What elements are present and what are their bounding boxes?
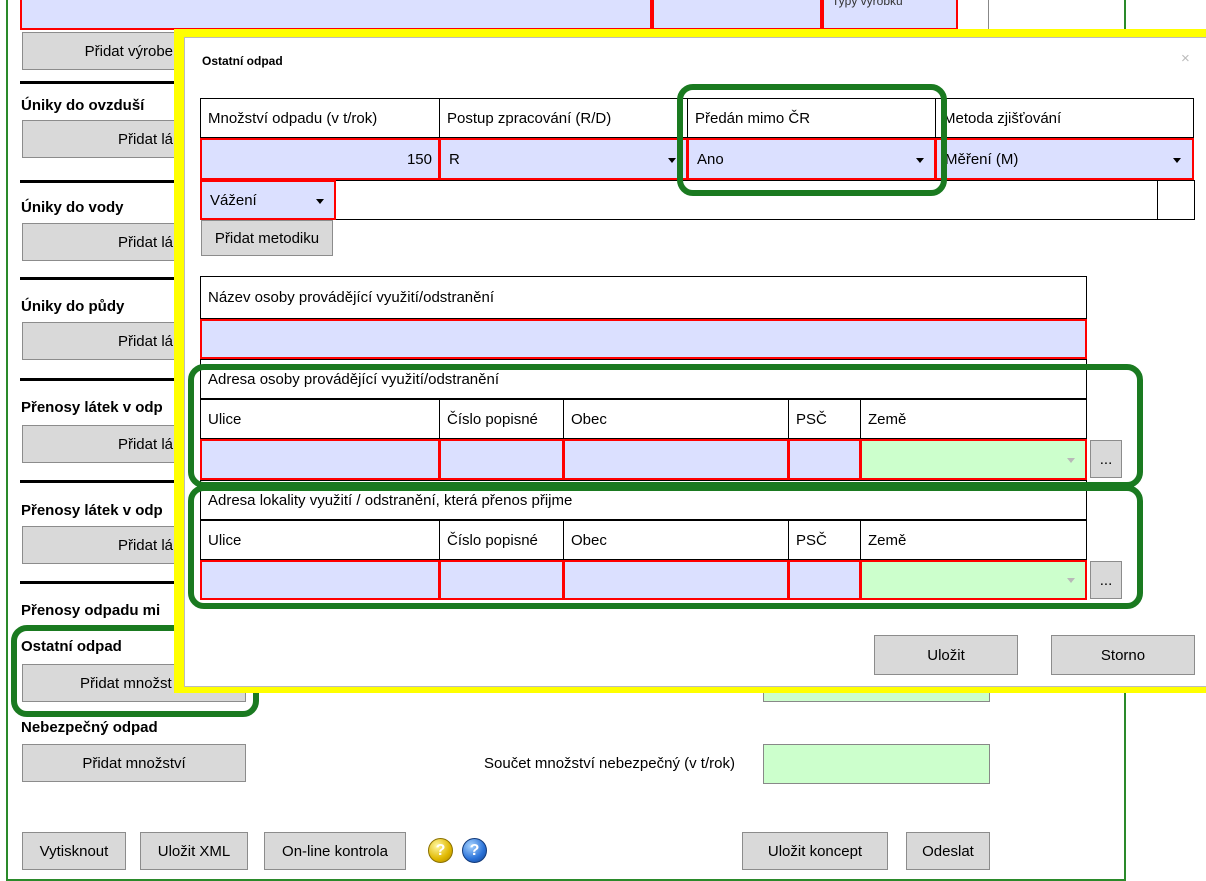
address-site-street-input[interactable]	[200, 560, 440, 600]
hazardous-sum-label: Součet množství nebezpečný (v t/rok)	[484, 755, 735, 772]
address-site-more-button[interactable]: ...	[1090, 561, 1122, 599]
heading-transfers-1: Přenosy látek v odp	[21, 399, 163, 416]
chevron-down-icon	[1173, 158, 1181, 163]
address-person-city-header: Obec	[563, 399, 789, 439]
help-blue-icon[interactable]: ?	[462, 838, 487, 863]
person-name-label: Název osoby provádějící využití/odstraně…	[200, 276, 1087, 319]
product-type-text: Typy výrobku	[832, 0, 903, 8]
address-person-country-select[interactable]	[860, 439, 1087, 480]
heading-hazardous: Nebezpečný odpad	[21, 719, 158, 736]
header-abroad: Předán mimo ČR	[687, 98, 936, 138]
save-xml-button[interactable]: Uložit XML	[140, 832, 248, 870]
address-person-country-header: Země	[860, 399, 1087, 439]
product-type-select[interactable]: Typy výrobku	[822, 0, 958, 30]
address-site-number-header: Číslo popisné	[439, 520, 564, 560]
procedure-select[interactable]: R	[439, 138, 688, 180]
methodology-select[interactable]: Vážení	[200, 180, 336, 220]
heading-water: Úniky do vody	[21, 199, 124, 216]
address-site-zip-header: PSČ	[788, 520, 861, 560]
send-button[interactable]: Odeslat	[906, 832, 990, 870]
address-site-city-header: Obec	[563, 520, 789, 560]
product-amount-input[interactable]	[652, 0, 822, 30]
section-divider	[20, 180, 180, 183]
add-amount-hazardous-button[interactable]: Přidat množství	[22, 744, 246, 782]
save-button[interactable]: Uložit	[874, 635, 1018, 675]
online-check-button[interactable]: On-line kontrola	[264, 832, 406, 870]
address-site-title: Adresa lokality využití / odstranění, kt…	[200, 480, 1087, 520]
cancel-button[interactable]: Storno	[1051, 635, 1195, 675]
heading-waste-transfers: Přenosy odpadu mi	[21, 602, 161, 619]
modal-title: Ostatní odpad	[202, 54, 283, 68]
section-divider	[20, 378, 180, 381]
hazardous-sum-field	[763, 744, 990, 784]
help-yellow-icon[interactable]: ?	[428, 838, 453, 863]
abroad-select[interactable]: Ano	[687, 138, 936, 180]
chevron-down-icon	[668, 158, 676, 163]
address-person-street-header: Ulice	[200, 399, 440, 439]
chevron-down-icon	[1067, 458, 1075, 463]
header-procedure: Postup zpracování (R/D)	[439, 98, 688, 138]
method-select[interactable]: Měření (M)	[935, 138, 1194, 180]
address-site-number-input[interactable]	[439, 560, 564, 600]
add-substance-water-button[interactable]: Přidat lá	[22, 223, 182, 261]
address-person-zip-header: PSČ	[788, 399, 861, 439]
product-name-input[interactable]	[20, 0, 652, 30]
address-site-country-header: Země	[860, 520, 1087, 560]
heading-air: Úniky do ovzduší	[21, 97, 145, 114]
address-site-zip-input[interactable]	[788, 560, 861, 600]
add-product-button[interactable]: Přidat výrobe	[22, 32, 182, 70]
section-divider	[20, 81, 180, 84]
methodology-row	[200, 180, 1195, 220]
chevron-down-icon	[1067, 578, 1075, 583]
address-person-zip-input[interactable]	[788, 439, 861, 480]
add-methodology-button[interactable]: Přidat metodiku	[201, 220, 333, 256]
section-divider	[20, 277, 180, 280]
address-person-number-input[interactable]	[439, 439, 564, 480]
add-substance-soil-button[interactable]: Přidat lá	[22, 322, 182, 360]
chevron-down-icon	[316, 199, 324, 204]
heading-other-waste: Ostatní odpad	[21, 638, 122, 655]
modal-dialog: Ostatní odpad × Množství odpadu (v t/rok…	[184, 37, 1206, 687]
address-site-country-select[interactable]	[860, 560, 1087, 600]
address-site-street-header: Ulice	[200, 520, 440, 560]
person-name-input[interactable]	[200, 319, 1087, 359]
address-site-city-input[interactable]	[563, 560, 789, 600]
address-person-title: Adresa osoby provádějící využití/odstran…	[200, 359, 1087, 399]
heading-transfers-2: Přenosy látek v odp	[21, 502, 163, 519]
address-person-more-button[interactable]: ...	[1090, 440, 1122, 478]
address-person-number-header: Číslo popisné	[439, 399, 564, 439]
heading-soil: Úniky do půdy	[21, 298, 125, 315]
section-divider	[20, 480, 180, 483]
header-method: Metoda zjišťování	[935, 98, 1194, 138]
modal-close-icon[interactable]: ×	[1181, 50, 1190, 67]
add-substance-air-button[interactable]: Přidat lá	[22, 120, 182, 158]
address-person-city-input[interactable]	[563, 439, 789, 480]
print-button[interactable]: Vytisknout	[22, 832, 126, 870]
header-amount: Množství odpadu (v t/rok)	[200, 98, 440, 138]
save-draft-button[interactable]: Uložit koncept	[742, 832, 888, 870]
amount-input[interactable]: 150	[200, 138, 440, 180]
methodology-row-divider	[1157, 180, 1158, 220]
add-substance-transfer1-button[interactable]: Přidat lá	[22, 425, 182, 463]
chevron-down-icon	[916, 158, 924, 163]
address-person-street-input[interactable]	[200, 439, 440, 480]
add-substance-transfer2-button[interactable]: Přidat lá	[22, 526, 182, 564]
section-divider	[20, 581, 180, 584]
